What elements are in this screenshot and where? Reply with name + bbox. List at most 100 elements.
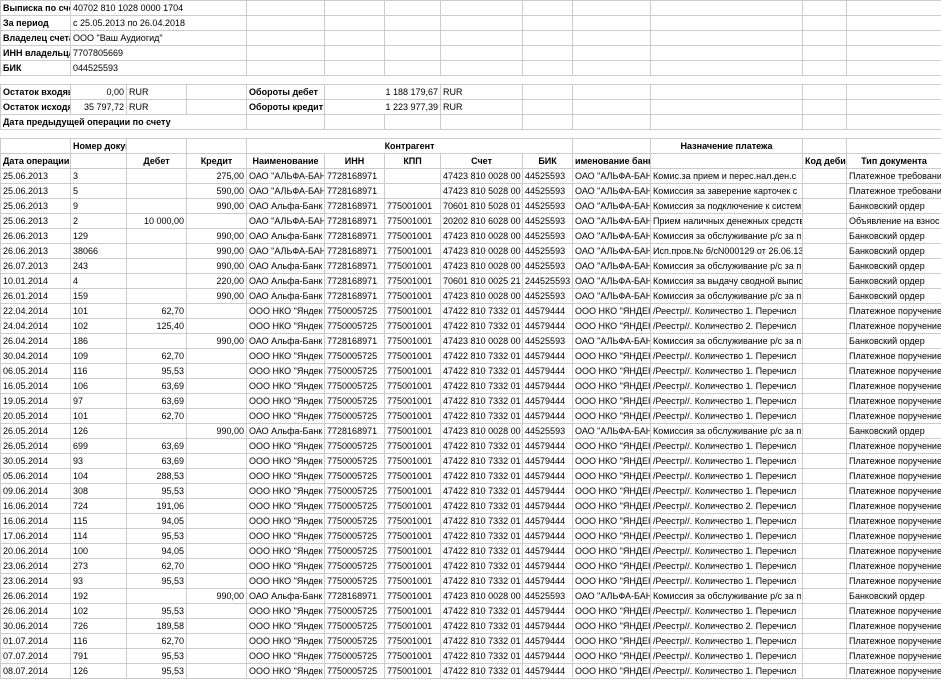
cell-blank xyxy=(803,259,847,274)
table-row[interactable]: 25.06.20133275,00ОАО "АЛЬФА-БАН772816897… xyxy=(1,169,941,184)
cell-pay: Исп.пров.№ б/сN000129 от 26.06.13 xyxy=(651,244,803,259)
cell-acc: 47422 810 7332 01 xyxy=(441,649,523,664)
cell-cr xyxy=(187,379,247,394)
cell-bik: 44525593 xyxy=(523,229,573,244)
cell-pay: /Реестр//. Количество 1. Перечисл xyxy=(651,649,803,664)
cell-n: 116 xyxy=(71,634,127,649)
cell-nm: ОАО Альфа-Банк xyxy=(247,229,325,244)
table-row[interactable]: 07.07.201479195,53ООО НКО "Яндек77500057… xyxy=(1,649,941,664)
cell-nm: ОАО Альфа-Банк xyxy=(247,289,325,304)
cell-pay: /Реестр//. Количество 1. Перечисл xyxy=(651,529,803,544)
cell-bn: ООО НКО "ЯНДЕК xyxy=(573,394,651,409)
cell-blank xyxy=(803,484,847,499)
cell-pay: Комиссия за обслуживание р/с за п xyxy=(651,289,803,304)
cell-bik: 44579444 xyxy=(523,649,573,664)
cell-pay: /Реестр//. Количество 1. Перечисл xyxy=(651,544,803,559)
cell-inn: 7750005725 xyxy=(325,484,385,499)
cell-n: 109 xyxy=(71,349,127,364)
cell-n: 38066 xyxy=(71,244,127,259)
table-row[interactable]: 30.04.201410962,70ООО НКО "Яндек77500057… xyxy=(1,349,941,364)
table-row[interactable]: 08.07.201412695,53ООО НКО "Яндек77500057… xyxy=(1,664,941,679)
table-row[interactable]: 25.06.2013210 000,00ОАО "АЛЬФА-БАН772816… xyxy=(1,214,941,229)
cell-blank xyxy=(803,499,847,514)
cell-bik: 44525593 xyxy=(523,199,573,214)
table-row[interactable]: 20.06.201410094,05ООО НКО "Яндек77500057… xyxy=(1,544,941,559)
table-row[interactable]: 01.07.201411662,70ООО НКО "Яндек77500057… xyxy=(1,634,941,649)
cell-acc: 70601 810 0025 21 xyxy=(441,274,523,289)
lbl-bik: БИК xyxy=(1,61,71,76)
table-row[interactable]: 20.05.201410162,70ООО НКО "Яндек77500057… xyxy=(1,409,941,424)
cell-blank xyxy=(803,229,847,244)
val-credit-turn: 1 223 977,39 xyxy=(325,100,441,115)
cell-td: Платежное поручение xyxy=(847,349,941,364)
table-row[interactable]: 26.06.2013129990,00ОАО Альфа-Банк7728168… xyxy=(1,229,941,244)
table-row[interactable]: 26.06.201410295,53ООО НКО "Яндек77500057… xyxy=(1,604,941,619)
cell-cr xyxy=(187,634,247,649)
cell-acc: 47422 810 7332 01 xyxy=(441,469,523,484)
cell-pay: Прием наличных денежных средств xyxy=(651,214,803,229)
table-row[interactable]: 26.05.201469963,69ООО НКО "Яндек77500057… xyxy=(1,439,941,454)
table-row[interactable]: 26.06.2014192990,00ОАО Альфа-Банк7728168… xyxy=(1,589,941,604)
table-row[interactable]: 05.06.2014104288,53ООО НКО "Яндек7750005… xyxy=(1,469,941,484)
cell-bik: 44525593 xyxy=(523,169,573,184)
table-row[interactable]: 23.06.20149395,53ООО НКО "Яндек775000572… xyxy=(1,574,941,589)
cell-bik: 44579444 xyxy=(523,304,573,319)
cell-n: 104 xyxy=(71,469,127,484)
table-row[interactable]: 09.06.201430895,53ООО НКО "Яндек77500057… xyxy=(1,484,941,499)
cell-bn: ООО НКО "ЯНДЕК xyxy=(573,454,651,469)
table-row[interactable]: 30.05.20149363,69ООО НКО "Яндек775000572… xyxy=(1,454,941,469)
cell-d: 26.07.2013 xyxy=(1,259,71,274)
cell-n: 308 xyxy=(71,484,127,499)
table-row[interactable]: 26.07.2013243990,00ОАО Альфа-Банк7728168… xyxy=(1,259,941,274)
cell-kpp: 775001001 xyxy=(385,499,441,514)
hdr-counterparty-group: Контрагент xyxy=(247,139,573,154)
table-row[interactable]: 16.06.2014724191,06ООО НКО "Яндек7750005… xyxy=(1,499,941,514)
hdr-doc xyxy=(71,154,127,169)
cell-n: 699 xyxy=(71,439,127,454)
cell-db xyxy=(127,424,187,439)
table-row[interactable]: 24.04.2014102125,40ООО НКО "Яндек7750005… xyxy=(1,319,941,334)
cell-pay: /Реестр//. Количество 1. Перечисл xyxy=(651,394,803,409)
cell-bn: ОАО "АЛЬФА-БАН xyxy=(573,184,651,199)
cell-d: 26.06.2013 xyxy=(1,229,71,244)
table-row[interactable]: 16.06.201411594,05ООО НКО "Яндек77500057… xyxy=(1,514,941,529)
cell-cr xyxy=(187,409,247,424)
table-row[interactable]: 16.05.201410663,69ООО НКО "Яндек77500057… xyxy=(1,379,941,394)
table-row[interactable]: 30.06.2014726189,58ООО НКО "Яндек7750005… xyxy=(1,619,941,634)
cell-inn: 7750005725 xyxy=(325,634,385,649)
cell-nm: ООО НКО "Яндек xyxy=(247,484,325,499)
cell-kpp: 775001001 xyxy=(385,634,441,649)
cell-blank xyxy=(803,394,847,409)
cell-inn: 7750005725 xyxy=(325,469,385,484)
table-row[interactable]: 25.06.20135590,00ОАО "АЛЬФА-БАН772816897… xyxy=(1,184,941,199)
cell-nm: ООО НКО "Яндек xyxy=(247,544,325,559)
cell-cr: 220,00 xyxy=(187,274,247,289)
val-owner: ООО "Ваш Аудиогид" xyxy=(71,31,247,46)
cell-td: Платежное поручение xyxy=(847,379,941,394)
table-row[interactable]: 22.04.201410162,70ООО НКО "Яндек77500057… xyxy=(1,304,941,319)
cell-cr xyxy=(187,394,247,409)
cell-d: 06.05.2014 xyxy=(1,364,71,379)
cell-td: Банковский ордер xyxy=(847,589,941,604)
cell-db: 62,70 xyxy=(127,409,187,424)
table-row[interactable]: 19.05.20149763,69ООО НКО "Яндек775000572… xyxy=(1,394,941,409)
table-row[interactable]: 10.01.20144220,00ОАО Альфа-Банк772816897… xyxy=(1,274,941,289)
table-row[interactable]: 26.06.201338066990,00ОАО "АЛЬФА-БАН77281… xyxy=(1,244,941,259)
cell-kpp: 775001001 xyxy=(385,229,441,244)
cell-bik: 44579444 xyxy=(523,499,573,514)
cell-inn: 7750005725 xyxy=(325,394,385,409)
table-row[interactable]: 26.01.2014159990,00ОАО Альфа-Банк7728168… xyxy=(1,289,941,304)
table-row[interactable]: 26.04.2014186990,00ОАО Альфа-Банк7728168… xyxy=(1,334,941,349)
table-row[interactable]: 25.06.20139990,00ОАО Альфа-Банк772816897… xyxy=(1,199,941,214)
cell-inn: 7750005725 xyxy=(325,409,385,424)
table-row[interactable]: 26.05.2014126990,00ОАО Альфа-Банк7728168… xyxy=(1,424,941,439)
cell-cr: 990,00 xyxy=(187,589,247,604)
cell-kpp: 775001001 xyxy=(385,334,441,349)
table-row[interactable]: 17.06.201411495,53ООО НКО "Яндек77500057… xyxy=(1,529,941,544)
cell-kpp xyxy=(385,184,441,199)
cell-nm: ООО НКО "Яндек xyxy=(247,499,325,514)
table-row[interactable]: 23.06.201427362,70ООО НКО "Яндек77500057… xyxy=(1,559,941,574)
cell-db: 63,69 xyxy=(127,379,187,394)
table-row[interactable]: 06.05.201411695,53ООО НКО "Яндек77500057… xyxy=(1,364,941,379)
cell-bn: ООО НКО "ЯНДЕК xyxy=(573,379,651,394)
